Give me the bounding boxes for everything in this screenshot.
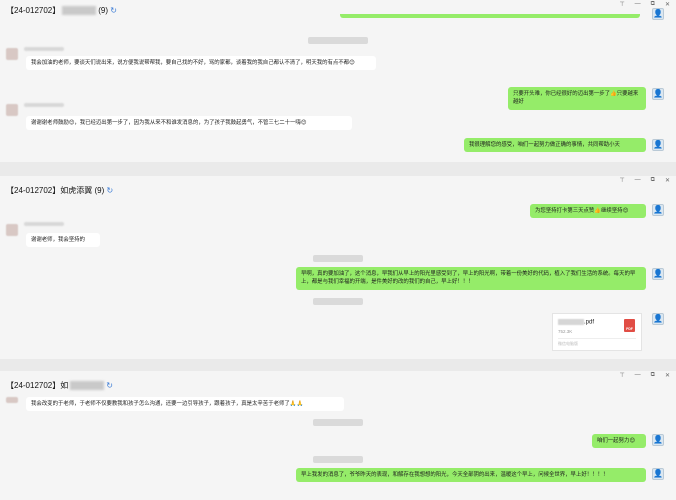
message-bubble[interactable]: 为您坚持打卡第三天点赞👍继续坚持😊: [530, 204, 646, 219]
restore-button[interactable]: ⧉: [651, 177, 655, 184]
avatar[interactable]: 👤: [652, 88, 664, 100]
group-id: 【24-012702】: [6, 6, 61, 15]
timestamp: [313, 419, 363, 426]
timestamp: [308, 37, 368, 44]
refresh-icon[interactable]: ↻: [107, 186, 114, 195]
message-bubble[interactable]: 早啊，真的要加油了，这个消息，早我们从早上的阳光里感受到了，早上的阳光啊，带着一…: [296, 267, 646, 290]
avatar[interactable]: [6, 104, 18, 116]
member-count: (9): [98, 6, 109, 15]
timestamp: [313, 298, 363, 305]
avatar[interactable]: [6, 397, 18, 403]
file-size: 752.3K: [558, 329, 573, 334]
message-bubble[interactable]: 谢谢老师，我会坚持的: [26, 233, 100, 248]
refresh-icon[interactable]: ↻: [110, 6, 117, 15]
avatar[interactable]: 👤: [652, 313, 664, 325]
message-bubble-partial[interactable]: [340, 14, 640, 18]
member-count: (9): [94, 186, 105, 195]
group-name: 如虎添翼: [60, 186, 93, 195]
window-controls: ⊤ — ⧉ ✕: [619, 1, 670, 8]
pin-icon[interactable]: ⊤: [619, 177, 624, 184]
separator: [0, 162, 676, 176]
minimize-button[interactable]: —: [635, 1, 641, 8]
group-id: 【24-012702】: [6, 381, 61, 390]
chat-titlebar: 【24-012702】如虎添翼 (9) ↻ ⊤ — ⧉ ✕: [0, 176, 676, 196]
window-controls: ⊤ — ⧉ ✕: [619, 177, 670, 184]
chat-title: 【24-012702】如虎添翼 (9) ↻: [6, 185, 113, 196]
sender-name: [24, 222, 64, 226]
file-source: 微信电脑版: [558, 338, 636, 347]
file-message[interactable]: .pdf 752.3K PDF 微信电脑版: [552, 313, 642, 351]
message-bubble[interactable]: 只要开头难，你已经很好的迈出第一步了👍只要越来越好: [508, 87, 646, 110]
avatar[interactable]: 👤: [652, 204, 664, 216]
pdf-icon: PDF: [624, 319, 635, 332]
close-button[interactable]: ✕: [665, 372, 670, 379]
restore-button[interactable]: ⧉: [651, 1, 655, 8]
sender-name: [24, 47, 64, 51]
avatar[interactable]: 👤: [652, 468, 664, 480]
group-name: 如: [60, 381, 69, 390]
message-bubble[interactable]: 早上我发的消息了，爷爷昨天的表现，和解存在我想想的阳光，今天全部阴的出来，温暖这…: [296, 468, 646, 483]
avatar[interactable]: 👤: [652, 434, 664, 446]
chat-window-1: 【24-012702】 (9) ↻ ⊤ — ⧉ ✕ 👤 我会加油的老师，要谈天们说…: [0, 0, 676, 162]
chat-title: 【24-012702】如 ↻: [6, 380, 113, 391]
avatar[interactable]: [6, 224, 18, 236]
avatar[interactable]: [6, 48, 18, 60]
avatar[interactable]: 👤: [652, 8, 664, 20]
minimize-button[interactable]: —: [635, 177, 641, 184]
timestamp: [313, 255, 363, 262]
chat-window-2: 【24-012702】如虎添翼 (9) ↻ ⊤ — ⧉ ✕ 为您坚持打卡第三天点…: [0, 176, 676, 359]
sender-name: [24, 103, 64, 107]
refresh-icon[interactable]: ↻: [106, 381, 113, 390]
avatar[interactable]: 👤: [652, 139, 664, 151]
blurred-name: [70, 381, 105, 391]
message-bubble[interactable]: 我很理解您的感受，咱们一起努力做正确的事情，共同帮助小天: [464, 138, 646, 153]
file-name: .pdf: [558, 319, 594, 326]
message-bubble[interactable]: 我会改变的于老师，于老师不仅要教我和孩子怎么沟通，还要一边引导孩子，跟着孩子，真…: [26, 397, 344, 412]
timestamp: [313, 456, 363, 463]
separator: [0, 359, 676, 371]
message-bubble[interactable]: 谢谢谢老师鼓励😊，我已经迈出第一步了，因为我从来不和谁发消息的，为了孩子我鼓起勇…: [26, 116, 352, 131]
group-id: 【24-012702】: [6, 186, 61, 195]
pin-icon[interactable]: ⊤: [619, 1, 624, 8]
close-button[interactable]: ✕: [665, 1, 670, 8]
message-bubble[interactable]: 我会加油的老师，要谈天们说出来，说方便我说帮帮我，要自己找的不好，骂的家都，谈着…: [26, 56, 376, 71]
message-bubble[interactable]: 咱们一起努力😊: [592, 434, 646, 449]
minimize-button[interactable]: —: [635, 372, 641, 379]
avatar[interactable]: 👤: [652, 268, 664, 280]
chat-window-3: 【24-012702】如 ↻ ⊤ — ⧉ ✕ 我会改变的于老师，于老师不仅要教我和…: [0, 371, 676, 500]
window-controls: ⊤ — ⧉ ✕: [619, 372, 670, 379]
blurred-name: [62, 6, 97, 16]
pin-icon[interactable]: ⊤: [619, 372, 624, 379]
close-button[interactable]: ✕: [665, 177, 670, 184]
chat-titlebar: 【24-012702】如 ↻ ⊤ — ⧉ ✕: [0, 371, 676, 391]
restore-button[interactable]: ⧉: [651, 372, 655, 379]
chat-title: 【24-012702】 (9) ↻: [6, 5, 117, 16]
